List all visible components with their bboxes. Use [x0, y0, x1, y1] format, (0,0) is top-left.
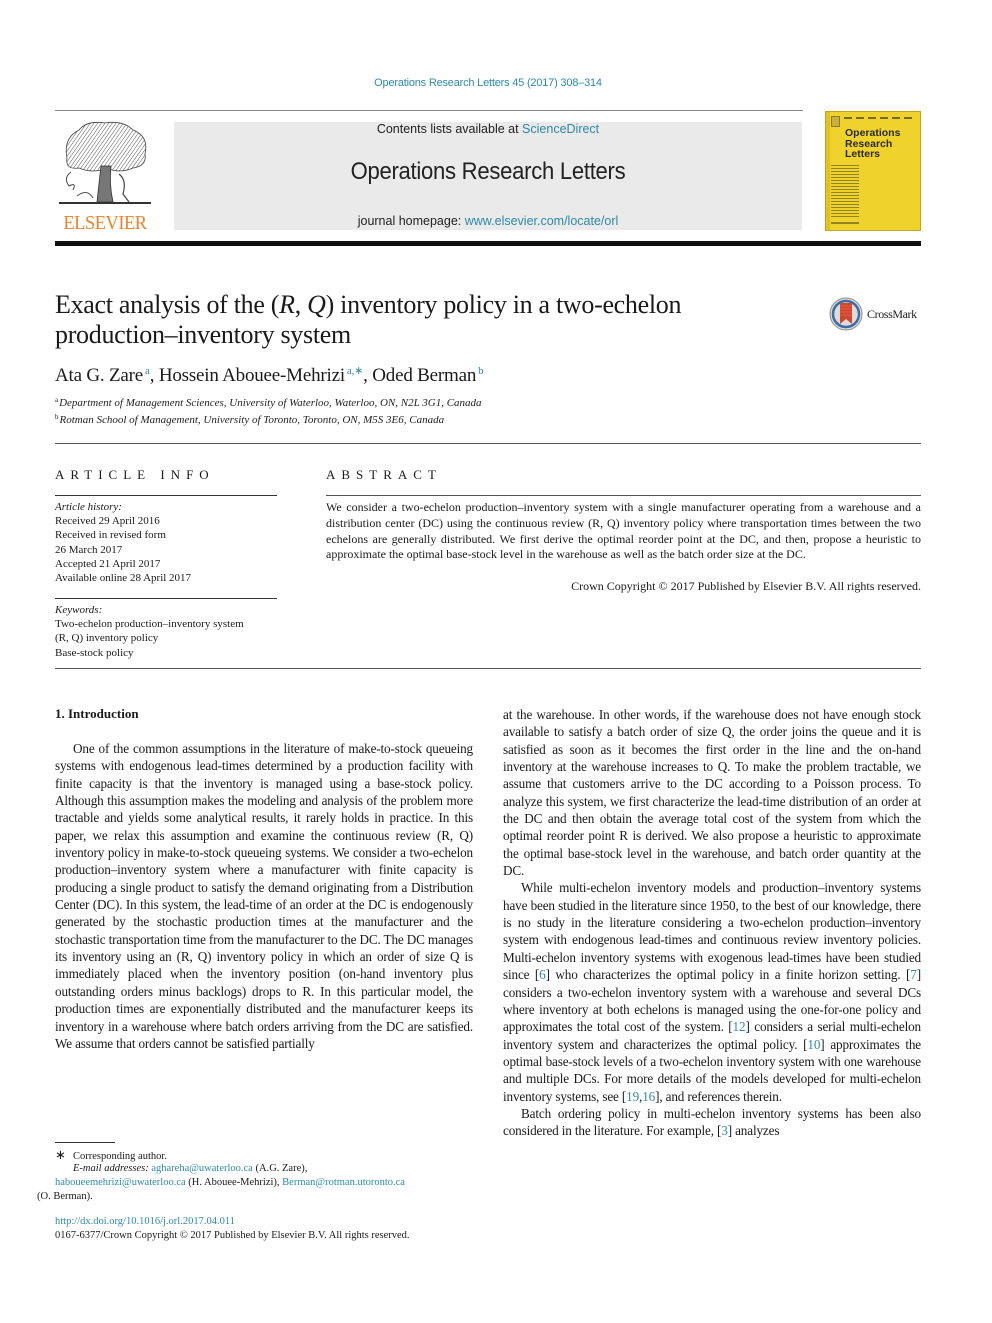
- body-paragraph: While multi-echelon inventory models and…: [503, 880, 922, 1104]
- article-title: Exact analysis of the (R, Q) inventory p…: [55, 290, 682, 349]
- citation-link[interactable]: 12: [733, 1019, 746, 1034]
- article-info-heading: ARTICLE INFO: [55, 467, 215, 482]
- crossmark-icon: [829, 297, 863, 331]
- journal-masthead: Contents lists available at ScienceDirec…: [174, 122, 802, 230]
- email-link[interactable]: haboueemehrizi@uwaterloo.ca: [55, 1177, 186, 1188]
- citation-link[interactable]: 3: [721, 1123, 728, 1138]
- author-name[interactable]: Hossein Abouee-Mehrizi: [159, 365, 345, 386]
- header-rule: [55, 110, 803, 111]
- keyword: Two-echelon production–inventory system: [55, 618, 244, 631]
- body-paragraph: Batch ordering policy in multi-echelon i…: [503, 1105, 921, 1139]
- doi-link[interactable]: http://dx.doi.org/10.1016/j.orl.2017.04.…: [55, 1215, 475, 1229]
- cover-emblem-icon: [831, 116, 840, 127]
- contents-line: Contents lists available at ScienceDirec…: [376, 122, 600, 136]
- citation-link[interactable]: 19: [626, 1089, 639, 1104]
- affiliation-marker[interactable]: a: [145, 365, 150, 377]
- citation-link[interactable]: 10: [807, 1037, 820, 1052]
- section-heading-introduction: 1. Introduction: [55, 706, 139, 721]
- issn-copyright: 0167-6377/Crown Copyright © 2017 Publish…: [55, 1230, 410, 1241]
- sciencedirect-link[interactable]: ScienceDirect: [522, 122, 599, 136]
- author-name[interactable]: Ata G. Zare: [55, 365, 143, 386]
- citation-link[interactable]: 6: [539, 967, 546, 982]
- masthead-divider: [55, 241, 921, 246]
- section-divider: [55, 668, 921, 669]
- affiliation-marker[interactable]: a,∗: [347, 365, 363, 377]
- affiliation: aDepartment of Management Sciences, Univ…: [55, 396, 482, 409]
- elsevier-wordmark: ELSEVIER: [63, 212, 147, 234]
- affiliation-marker[interactable]: b: [478, 365, 484, 377]
- keyword: (R, Q) inventory policy: [55, 632, 159, 645]
- body-paragraph: One of the common assumptions in the lit…: [55, 741, 473, 1051]
- keyword: Base-stock policy: [55, 646, 134, 659]
- body-paragraph: at the warehouse. In other words, if the…: [503, 707, 921, 879]
- author-list: Ata G. Zare a, Hossein Abouee-Mehrizi a,∗,…: [55, 365, 484, 386]
- elsevier-tree-icon: [59, 121, 151, 204]
- footnote-rule: [55, 1142, 115, 1143]
- author-name[interactable]: Oded Berman: [372, 365, 476, 386]
- crossmark-button[interactable]: CrossMark: [828, 296, 928, 332]
- email-addresses: E-mail addresses: aghareha@uwaterloo.ca …: [37, 1163, 405, 1203]
- abstract-heading: ABSTRACT: [326, 467, 442, 482]
- citation-link[interactable]: 16: [642, 1089, 655, 1104]
- affiliation: bRotman School of Management, University…: [55, 413, 445, 426]
- email-link[interactable]: aghareha@uwaterloo.ca: [151, 1163, 253, 1174]
- homepage-line: journal homepage: www.elsevier.com/locat…: [357, 214, 619, 228]
- section-divider: [55, 443, 921, 444]
- citation-link[interactable]: 7: [910, 967, 917, 982]
- crossmark-label: CrossMark: [867, 307, 917, 321]
- abstract-text: We consider a two-echelon production–inv…: [326, 500, 921, 562]
- journal-homepage-link[interactable]: www.elsevier.com/locate/orl: [465, 214, 619, 228]
- email-link[interactable]: Berman@rotman.utoronto.ca: [282, 1177, 405, 1188]
- elsevier-logo[interactable]: ELSEVIER: [55, 118, 155, 234]
- body-column-right: at the warehouse. In other words, if the…: [503, 706, 921, 1140]
- asterisk-marker: ∗: [55, 1147, 66, 1162]
- keywords: Keywords: Two-echelon production–invento…: [55, 603, 280, 660]
- body-column-left: One of the common assumptions in the lit…: [55, 740, 473, 1052]
- journal-citation-link[interactable]: Operations Research Letters 45 (2017) 30…: [0, 77, 976, 89]
- cover-title: Operations Research Letters: [845, 127, 901, 160]
- abstract-copyright: Crown Copyright © 2017 Published by Else…: [571, 579, 921, 593]
- article-history: Article history: Received 29 April 2016 …: [55, 501, 192, 585]
- journal-cover-thumbnail[interactable]: Operations Research Letters: [825, 111, 921, 231]
- journal-title: Operations Research Letters: [350, 158, 626, 185]
